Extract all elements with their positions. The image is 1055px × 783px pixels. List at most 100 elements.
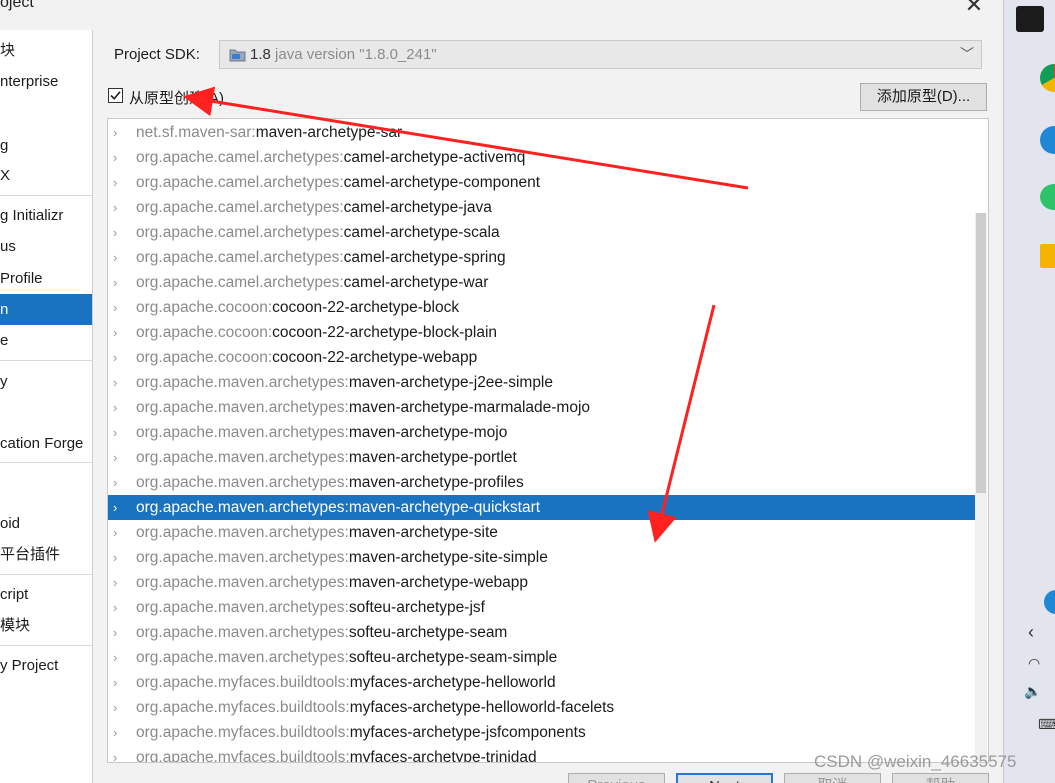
left-list-divider: [0, 462, 92, 463]
chevron-right-icon[interactable]: ›: [113, 345, 125, 370]
project-type-item[interactable]: g: [0, 130, 92, 161]
archetype-row[interactable]: › org.apache.maven.archetypes:maven-arche…: [108, 470, 976, 495]
archetype-group-id: org.apache.maven.archetypes:: [136, 424, 349, 441]
create-from-archetype-checkbox[interactable]: [108, 88, 123, 103]
chevron-right-icon[interactable]: ›: [113, 520, 125, 545]
archetype-row[interactable]: › org.apache.maven.archetypes:maven-arche…: [108, 445, 976, 470]
add-archetype-button[interactable]: 添加原型(D)...: [860, 83, 987, 111]
project-type-item[interactable]: n: [0, 294, 92, 325]
chevron-right-icon[interactable]: ›: [113, 745, 125, 762]
project-type-item[interactable]: 平台插件: [0, 539, 92, 570]
chevron-right-icon[interactable]: ›: [113, 195, 125, 220]
archetype-row[interactable]: › org.apache.cocoon:cocoon-22-archetype-b…: [108, 295, 976, 320]
archetype-row[interactable]: › org.apache.maven.archetypes:maven-arche…: [108, 520, 976, 545]
archetype-row[interactable]: › org.apache.camel.archetypes:camel-arche…: [108, 145, 976, 170]
archetype-group-id: org.apache.maven.archetypes:: [136, 449, 349, 466]
project-type-item[interactable]: e: [0, 325, 92, 356]
project-type-item[interactable]: cript: [0, 579, 92, 610]
chevron-right-icon[interactable]: ›: [113, 595, 125, 620]
chevron-right-icon[interactable]: ›: [113, 120, 125, 145]
archetype-row[interactable]: › org.apache.camel.archetypes:camel-arche…: [108, 170, 976, 195]
project-type-item[interactable]: nterprise: [0, 66, 92, 97]
project-type-item[interactable]: X: [0, 160, 92, 191]
project-type-item[interactable]: y: [0, 366, 92, 397]
chevron-right-icon[interactable]: ›: [113, 570, 125, 595]
chevron-right-icon[interactable]: ›: [113, 270, 125, 295]
archetype-row[interactable]: › org.apache.cocoon:cocoon-22-archetype-w…: [108, 345, 976, 370]
create-from-archetype-label[interactable]: 从原型创建(A): [129, 87, 224, 108]
archetype-row[interactable]: › org.apache.maven.archetypes:maven-arche…: [108, 570, 976, 595]
chevron-right-icon[interactable]: ›: [113, 445, 125, 470]
chevron-right-icon[interactable]: ›: [113, 320, 125, 345]
chevron-right-icon[interactable]: ›: [113, 220, 125, 245]
chevron-right-icon[interactable]: ›: [113, 545, 125, 570]
intellij-icon[interactable]: [1016, 6, 1044, 32]
archetype-row[interactable]: › org.apache.myfaces.buildtools:myfaces-a…: [108, 720, 976, 745]
chevron-right-icon[interactable]: ›: [113, 470, 125, 495]
archetype-row[interactable]: › org.apache.camel.archetypes:camel-arche…: [108, 245, 976, 270]
archetype-row[interactable]: › org.apache.maven.archetypes:softeu-arch…: [108, 645, 976, 670]
project-type-item[interactable]: y Project: [0, 650, 92, 681]
archetype-artifact-id: maven-archetype-site-simple: [348, 549, 548, 566]
archetype-group-id: org.apache.myfaces.buildtools:: [136, 724, 350, 741]
archetype-row[interactable]: › org.apache.myfaces.buildtools:myfaces-a…: [108, 670, 976, 695]
chevron-right-icon[interactable]: ›: [113, 670, 125, 695]
chevron-right-icon[interactable]: ›: [113, 420, 125, 445]
archetype-row[interactable]: › org.apache.maven.archetypes:softeu-arch…: [108, 620, 976, 645]
volume-icon[interactable]: 🔈: [1024, 683, 1041, 700]
archetype-row[interactable]: › org.apache.maven.archetypes:maven-arche…: [108, 370, 976, 395]
archetype-artifact-id: camel-archetype-component: [343, 174, 541, 191]
file-explorer-icon[interactable]: [1040, 244, 1055, 268]
archetype-row[interactable]: › org.apache.maven.archetypes:maven-arche…: [108, 395, 976, 420]
close-icon[interactable]: ✕: [962, 0, 986, 17]
chevron-right-icon[interactable]: ›: [113, 170, 125, 195]
archetype-row[interactable]: › org.apache.maven.archetypes:maven-arche…: [108, 495, 976, 520]
wifi-icon[interactable]: ◠: [1028, 655, 1040, 672]
wechat-icon[interactable]: [1040, 184, 1055, 210]
chevron-right-icon[interactable]: ›: [113, 245, 125, 270]
archetype-row[interactable]: › org.apache.camel.archetypes:camel-arche…: [108, 270, 976, 295]
project-type-item[interactable]: us: [0, 231, 92, 262]
chevron-right-icon[interactable]: ›: [113, 295, 125, 320]
archetype-row[interactable]: › org.apache.myfaces.buildtools:myfaces-a…: [108, 695, 976, 720]
csdn-watermark: CSDN @weixin_46635575: [814, 752, 1017, 771]
archetype-row[interactable]: › org.apache.maven.archetypes:softeu-arch…: [108, 595, 976, 620]
archetype-row[interactable]: › org.apache.maven.archetypes:maven-arche…: [108, 545, 976, 570]
chevron-right-icon[interactable]: ›: [113, 495, 125, 520]
project-type-item[interactable]: 模块: [0, 610, 92, 641]
edge-icon[interactable]: [1040, 126, 1055, 154]
chevron-right-icon[interactable]: ›: [113, 645, 125, 670]
archetype-row[interactable]: › org.apache.camel.archetypes:camel-arche…: [108, 195, 976, 220]
archetype-row[interactable]: › net.sf.maven-sar:maven-archetype-sar: [108, 120, 976, 145]
project-sdk-dropdown[interactable]: 1.8 java version "1.8.0_241" ﹀: [219, 40, 982, 69]
archetype-row[interactable]: › org.apache.maven.archetypes:maven-arche…: [108, 420, 976, 445]
chrome-icon[interactable]: [1040, 64, 1055, 92]
archetype-list[interactable]: › net.sf.maven-sar:maven-archetype-sar › or…: [107, 118, 989, 763]
chevron-right-icon[interactable]: ›: [113, 145, 125, 170]
scrollbar-thumb[interactable]: [976, 213, 986, 493]
chevron-left-icon[interactable]: ‹: [1028, 622, 1034, 643]
help-icon[interactable]: [1044, 590, 1055, 614]
chevron-right-icon[interactable]: ›: [113, 720, 125, 745]
keyboard-icon[interactable]: ⌨: [1038, 716, 1055, 733]
dialog-button[interactable]: Next: [676, 773, 773, 783]
dialog-button[interactable]: 取消: [784, 773, 881, 783]
chevron-right-icon[interactable]: ›: [113, 620, 125, 645]
archetype-row[interactable]: › org.apache.cocoon:cocoon-22-archetype-b…: [108, 320, 976, 345]
chevron-right-icon[interactable]: ›: [113, 370, 125, 395]
project-type-item[interactable]: [0, 469, 92, 500]
dialog-button[interactable]: Previous: [568, 773, 665, 783]
archetype-row[interactable]: › org.apache.camel.archetypes:camel-arche…: [108, 220, 976, 245]
archetype-artifact-id: maven-archetype-profiles: [348, 474, 524, 491]
project-type-item[interactable]: oid: [0, 508, 92, 539]
project-type-item[interactable]: cation Forge: [0, 428, 92, 459]
folder-icon: [229, 48, 246, 62]
project-type-item[interactable]: [0, 397, 92, 428]
chevron-right-icon[interactable]: ›: [113, 395, 125, 420]
project-type-item[interactable]: 块: [0, 35, 92, 66]
project-type-item[interactable]: g Initializr: [0, 200, 92, 231]
chevron-right-icon[interactable]: ›: [113, 695, 125, 720]
dialog-button[interactable]: 帮助: [892, 773, 989, 783]
project-type-item[interactable]: Profile: [0, 263, 92, 294]
project-type-item[interactable]: [0, 97, 92, 128]
